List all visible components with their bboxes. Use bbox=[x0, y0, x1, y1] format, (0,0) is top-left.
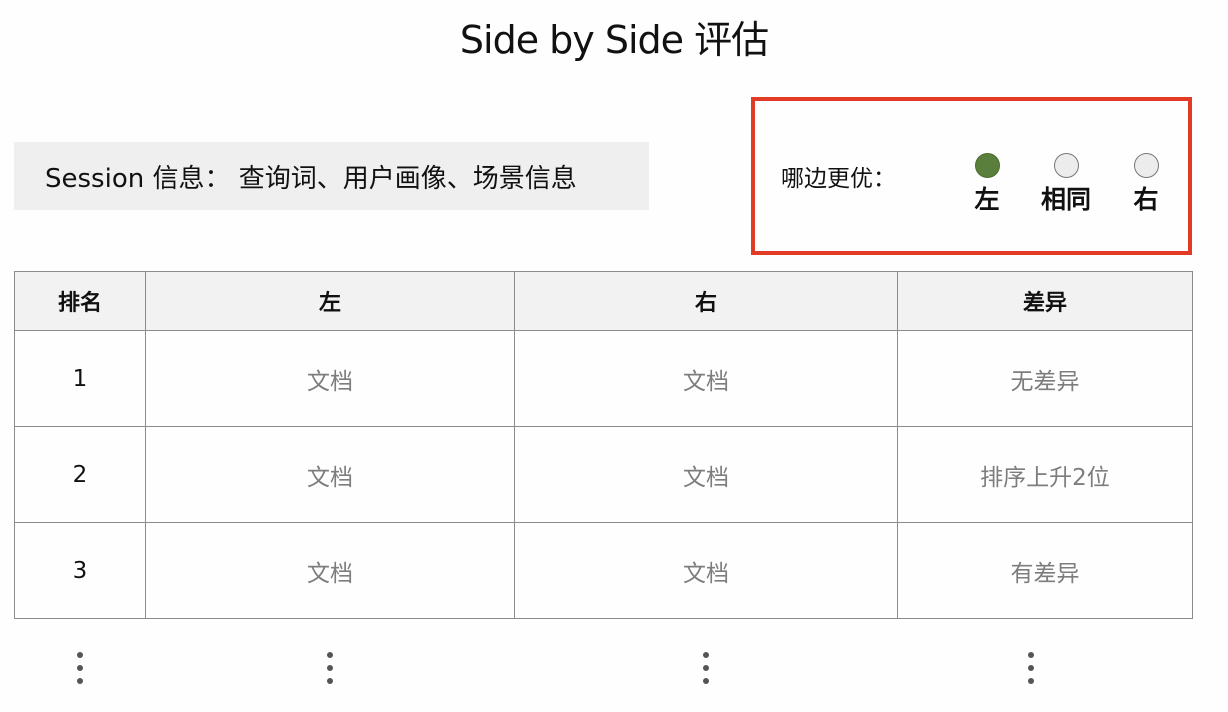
cell-right-doc[interactable]: 文档 bbox=[514, 330, 898, 427]
page-title: Side by Side 评估 bbox=[459, 18, 769, 62]
preference-panel: 哪边更优： 左 相同 右 bbox=[751, 97, 1192, 255]
cell-rank: 2 bbox=[14, 426, 146, 523]
option-right[interactable]: 右 bbox=[1106, 153, 1186, 216]
preference-label: 哪边更优： bbox=[781, 166, 896, 192]
option-left-label: 左 bbox=[974, 185, 1000, 214]
radio-right[interactable] bbox=[1133, 153, 1159, 178]
cell-diff: 无差异 bbox=[897, 330, 1193, 427]
more-rows-indicator bbox=[14, 648, 1192, 688]
radio-same[interactable] bbox=[1053, 153, 1079, 178]
table-row: 2 文档 文档 排序上升2位 bbox=[14, 426, 1193, 523]
comparison-table: 排名 左 右 差异 1 文档 文档 无差异 2 文档 文档 排序上升2位 3 文… bbox=[14, 271, 1193, 619]
cell-left-doc[interactable]: 文档 bbox=[145, 426, 515, 523]
cell-diff: 有差异 bbox=[897, 522, 1193, 619]
cell-rank: 1 bbox=[14, 330, 146, 427]
header-left: 左 bbox=[145, 271, 515, 331]
option-right-label: 右 bbox=[1133, 185, 1159, 214]
cell-left-doc[interactable]: 文档 bbox=[145, 522, 515, 619]
header-right: 右 bbox=[514, 271, 898, 331]
option-same[interactable]: 相同 bbox=[1026, 153, 1106, 216]
vertical-ellipsis-icon bbox=[1028, 652, 1034, 684]
option-left[interactable]: 左 bbox=[947, 153, 1027, 216]
cell-right-doc[interactable]: 文档 bbox=[514, 522, 898, 619]
option-same-label: 相同 bbox=[1040, 185, 1091, 214]
radio-left[interactable] bbox=[974, 153, 1000, 178]
cell-diff: 排序上升2位 bbox=[897, 426, 1193, 523]
header-rank: 排名 bbox=[14, 271, 146, 331]
table-header-row: 排名 左 右 差异 bbox=[14, 271, 1193, 331]
session-info-text: Session 信息： 查询词、用户画像、场景信息 bbox=[45, 163, 577, 194]
vertical-ellipsis-icon bbox=[703, 652, 709, 684]
cell-right-doc[interactable]: 文档 bbox=[514, 426, 898, 523]
cell-left-doc[interactable]: 文档 bbox=[145, 330, 515, 427]
vertical-ellipsis-icon bbox=[327, 652, 333, 684]
vertical-ellipsis-icon bbox=[77, 652, 83, 684]
session-info-panel: Session 信息： 查询词、用户画像、场景信息 bbox=[14, 142, 649, 210]
header-diff: 差异 bbox=[897, 271, 1193, 331]
table-row: 3 文档 文档 有差异 bbox=[14, 522, 1193, 619]
table-row: 1 文档 文档 无差异 bbox=[14, 330, 1193, 427]
cell-rank: 3 bbox=[14, 522, 146, 619]
